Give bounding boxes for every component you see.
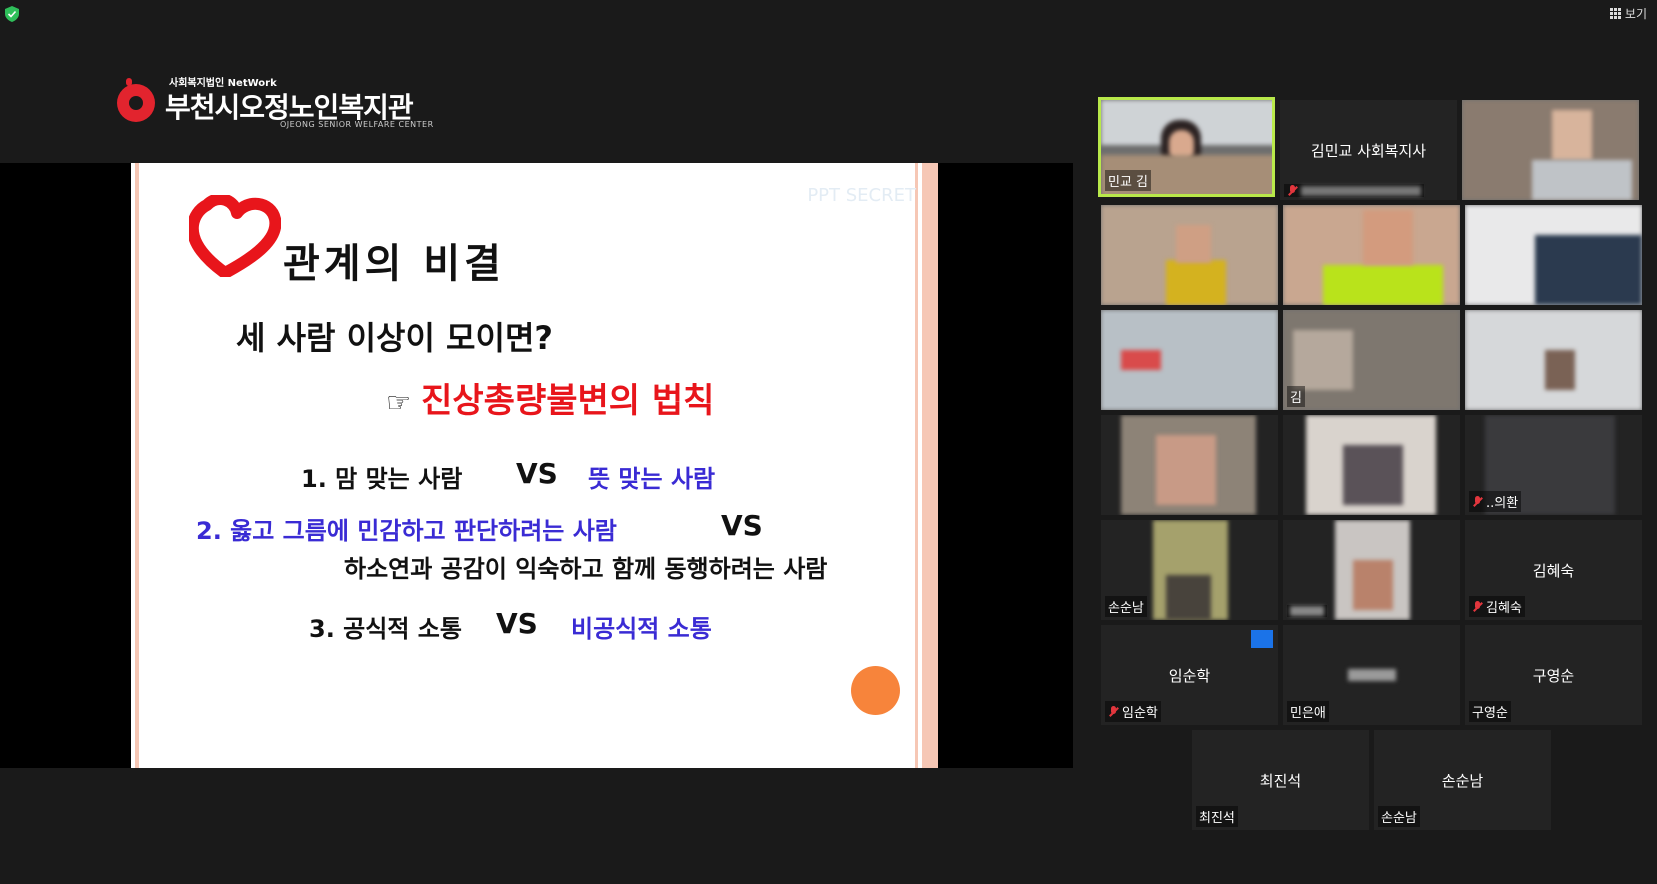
participant-tile[interactable]: 김혜숙 김혜숙 (1465, 520, 1642, 620)
participant-tile[interactable] (1101, 205, 1278, 305)
item3-right: 비공식적 소통 (571, 615, 712, 643)
participant-tile[interactable] (1465, 205, 1642, 305)
mic-muted-icon (1108, 706, 1119, 717)
law-text: 진상총량불변의 법칙 (421, 381, 715, 421)
participant-name (1287, 605, 1327, 617)
logo-mark-icon (117, 78, 155, 122)
participant-face (1343, 445, 1403, 505)
participant-name: ..의환 (1469, 491, 1522, 512)
participant-name: 구영순 (1469, 701, 1511, 722)
item1-left: 1. 맘 맞는 사람 (301, 465, 463, 493)
participant-face (1552, 110, 1592, 160)
participant-tile[interactable]: 김민교 사회복지사 (1280, 100, 1457, 200)
orange-circle-decoration (851, 666, 900, 715)
participant-center-name: 최진석 (1259, 772, 1302, 790)
screen-share-area[interactable]: PPT SECRET 관계의 비결 세 사람 이상이 모이면? ☞ 진상총량불변의… (0, 163, 1073, 768)
item2-vs: VS (721, 509, 763, 542)
grid-view-icon (1609, 8, 1621, 19)
participant-center-name: 손순남 (1441, 772, 1484, 790)
participant-tile[interactable] (1462, 100, 1639, 200)
participant-body (1532, 160, 1632, 200)
participant-face (1545, 350, 1575, 390)
share-indicator-icon (1251, 630, 1273, 648)
slide-border-stripe (922, 163, 938, 768)
slide-border-stripe (915, 163, 918, 768)
participant-figure (1166, 575, 1211, 620)
slide-title: 관계의 비결 (283, 241, 505, 287)
item3-left: 3. 공식적 소통 (309, 615, 462, 643)
participant-body (1166, 260, 1226, 305)
item2-right: 하소연과 공감이 익숙하고 함께 동행하려는 사람 (344, 555, 828, 583)
participant-name: 민은애 (1287, 701, 1329, 722)
item2-left: 2. 옳고 그름에 민감하고 판단하려는 사람 (196, 517, 617, 545)
keyboard-shape (1535, 235, 1642, 305)
video-detail (1121, 350, 1161, 370)
security-shield-icon[interactable] (5, 6, 19, 22)
participant-center-name: 임순학 (1168, 667, 1211, 685)
pointing-hand-icon: ☞ (386, 386, 412, 419)
participant-center-name: 구영순 (1532, 667, 1575, 685)
slide-law: ☞ 진상총량불변의 법칙 (386, 373, 714, 422)
participant-tile[interactable]: 임순학 임순학 (1101, 625, 1278, 725)
participant-face (1176, 225, 1211, 263)
logo-english: OJEONG SENIOR WELFARE CENTER (280, 120, 434, 129)
participant-tile[interactable]: 민은애 (1283, 625, 1460, 725)
participant-face (1293, 330, 1353, 390)
participant-tile[interactable]: 손순남 손순남 (1374, 730, 1551, 830)
participant-tile-active-speaker[interactable]: 민교 김 (1098, 97, 1275, 197)
participant-tile[interactable]: 구영순 구영순 (1465, 625, 1642, 725)
participant-face (1363, 210, 1413, 265)
participant-name: 김혜숙 (1469, 596, 1525, 617)
item1-vs: VS (516, 457, 558, 490)
participant-tile[interactable] (1465, 310, 1642, 410)
view-button[interactable]: 보기 (1609, 5, 1647, 22)
slide-question: 세 사람 이상이 모이면? (236, 319, 553, 357)
slide-border-stripe (135, 163, 139, 768)
participant-tile[interactable]: 손순남 (1101, 520, 1278, 620)
participant-tile[interactable]: ..의환 (1465, 415, 1642, 515)
slide-watermark: PPT SECRET (807, 185, 916, 206)
participant-tile[interactable] (1283, 415, 1460, 515)
item3-vs: VS (496, 607, 538, 640)
participant-tile[interactable] (1101, 415, 1278, 515)
mic-muted-icon (1472, 601, 1483, 612)
presentation-slide: PPT SECRET 관계의 비결 세 사람 이상이 모이면? ☞ 진상총량불변의… (131, 163, 938, 768)
participant-face (1353, 560, 1393, 610)
item1-right: 뜻 맞는 사람 (588, 465, 716, 493)
participant-center-name: 김민교 사회복지사 (1310, 142, 1427, 160)
participant-tile[interactable] (1283, 205, 1460, 305)
participant-name (1284, 184, 1424, 197)
participant-name: 민교 김 (1105, 170, 1152, 191)
participant-tile[interactable]: 김 (1283, 310, 1460, 410)
participant-name: 손순남 (1378, 806, 1420, 827)
mic-muted-icon (1472, 496, 1483, 507)
mic-muted-icon (1287, 185, 1298, 196)
blurred-center-name (1348, 669, 1396, 681)
participant-name: 임순학 (1105, 701, 1161, 722)
participant-tile[interactable]: 최진석 최진석 (1192, 730, 1369, 830)
participant-name: 손순남 (1105, 596, 1147, 617)
view-label: 보기 (1624, 7, 1647, 21)
heart-icon (189, 195, 281, 277)
participant-name: 최진석 (1196, 806, 1238, 827)
participant-body (1323, 265, 1443, 305)
participant-tile[interactable] (1101, 310, 1278, 410)
organization-logo: 사회복지법인 NetWork 부천시오정노인복지관 OJEONG SENIOR … (117, 74, 447, 134)
participant-center-name: 김혜숙 (1532, 562, 1575, 580)
blurred-name (1290, 606, 1324, 616)
participant-tile[interactable] (1283, 520, 1460, 620)
participant-face (1156, 435, 1216, 505)
participant-name: 김 (1287, 386, 1305, 407)
blurred-name (1301, 185, 1421, 196)
